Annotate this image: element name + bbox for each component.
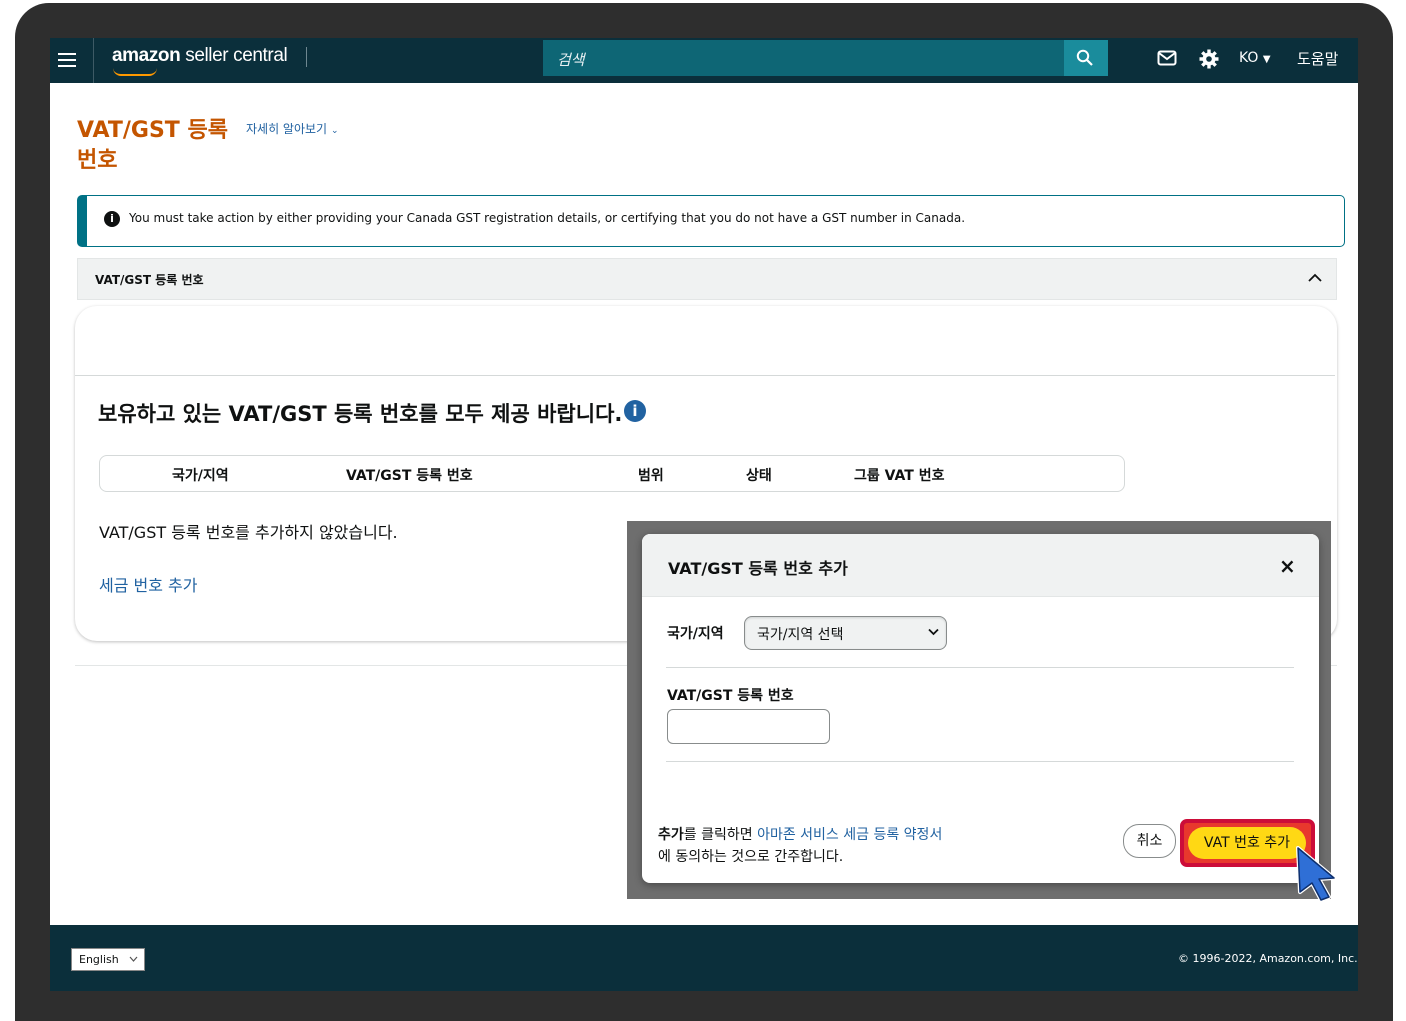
chevron-down-icon <box>129 956 138 962</box>
accordion-header[interactable]: VAT/GST 등록 번호 <box>77 258 1337 300</box>
page-title: VAT/GST 등록 번호 <box>77 118 228 173</box>
column-header-scope: 범위 <box>638 468 664 484</box>
help-link[interactable]: 도움말 <box>1297 48 1338 69</box>
chevron-down-icon: ⌄ <box>330 126 339 136</box>
amazon-smile-icon <box>113 68 157 76</box>
country-select[interactable]: 국가/지역 선택 <box>744 616 947 650</box>
add-vat-number-button[interactable]: VAT 번호 추가 <box>1188 827 1306 859</box>
cancel-button[interactable]: 취소 <box>1123 824 1176 858</box>
terms-notice: 추가를 클릭하면 아마존 서비스 세금 등록 약정서 에 동의하는 것으로 간주합… <box>658 827 943 865</box>
form-divider <box>666 667 1294 668</box>
info-alert: i You must take action by either providi… <box>77 195 1345 247</box>
form-divider <box>666 761 1294 762</box>
modal-title: VAT/GST 등록 번호 추가 <box>668 559 848 578</box>
nav-divider <box>93 38 94 83</box>
search-icon <box>1076 49 1093 66</box>
search-input[interactable]: 검색 <box>543 40 1064 76</box>
add-tax-number-link[interactable]: 세금 번호 추가 <box>99 572 198 596</box>
chevron-up-icon[interactable] <box>1307 272 1323 284</box>
country-label: 국가/지역 <box>667 626 724 642</box>
footer-language-select[interactable]: English <box>71 948 145 971</box>
gear-icon[interactable] <box>1199 49 1219 69</box>
caret-down-icon: ▼ <box>1262 54 1271 65</box>
search-button[interactable] <box>1064 40 1108 76</box>
column-header-group-vat: 그룹 VAT 번호 <box>854 468 945 484</box>
column-header-status: 상태 <box>746 468 772 484</box>
language-menu[interactable]: KO ▼ <box>1239 50 1271 66</box>
close-icon[interactable]: × <box>1279 556 1296 576</box>
mail-icon[interactable] <box>1157 49 1177 67</box>
brand-separator <box>306 47 307 67</box>
accordion-title: VAT/GST 등록 번호 <box>95 273 204 287</box>
top-navigation-bar: amazon seller central 검색 KO ▼ 도움말 <box>50 38 1358 83</box>
table-header: 국가/지역 VAT/GST 등록 번호 범위 상태 그룹 VAT 번호 <box>99 455 1125 492</box>
tax-agreement-link[interactable]: 아마존 서비스 세금 등록 약정서 <box>757 827 942 843</box>
column-header-vat-number: VAT/GST 등록 번호 <box>346 468 473 484</box>
app-window: amazon seller central 검색 KO ▼ 도움말 VAT/GS… <box>50 38 1358 991</box>
alert-message: You must take action by either providing… <box>129 211 966 225</box>
card-divider <box>75 375 1335 376</box>
copyright-text: © 1996-2022, Amazon.com, Inc. <box>1178 952 1358 965</box>
menu-icon[interactable] <box>58 49 76 71</box>
vat-number-label: VAT/GST 등록 번호 <box>667 688 794 704</box>
chevron-down-icon <box>928 628 939 636</box>
brand-logo[interactable]: amazon seller central <box>112 45 288 67</box>
add-vat-modal: VAT/GST 등록 번호 추가 × 국가/지역 국가/지역 선택 VAT/GS… <box>642 534 1319 883</box>
learn-more-link[interactable]: 자세히 알아보기 ⌄ <box>246 120 338 137</box>
section-heading: 보유하고 있는 VAT/GST 등록 번호를 모두 제공 바랍니다. <box>98 402 623 426</box>
info-icon: i <box>104 211 120 227</box>
modal-header: VAT/GST 등록 번호 추가 × <box>642 534 1319 597</box>
mouse-pointer-icon <box>1296 846 1336 902</box>
empty-state-message: VAT/GST 등록 번호를 추가하지 않았습니다. <box>99 523 398 542</box>
vat-number-field[interactable] <box>667 709 830 744</box>
info-icon[interactable]: i <box>624 400 646 422</box>
column-header-country: 국가/지역 <box>172 468 229 484</box>
footer: English © 1996-2022, Amazon.com, Inc. <box>50 925 1358 991</box>
